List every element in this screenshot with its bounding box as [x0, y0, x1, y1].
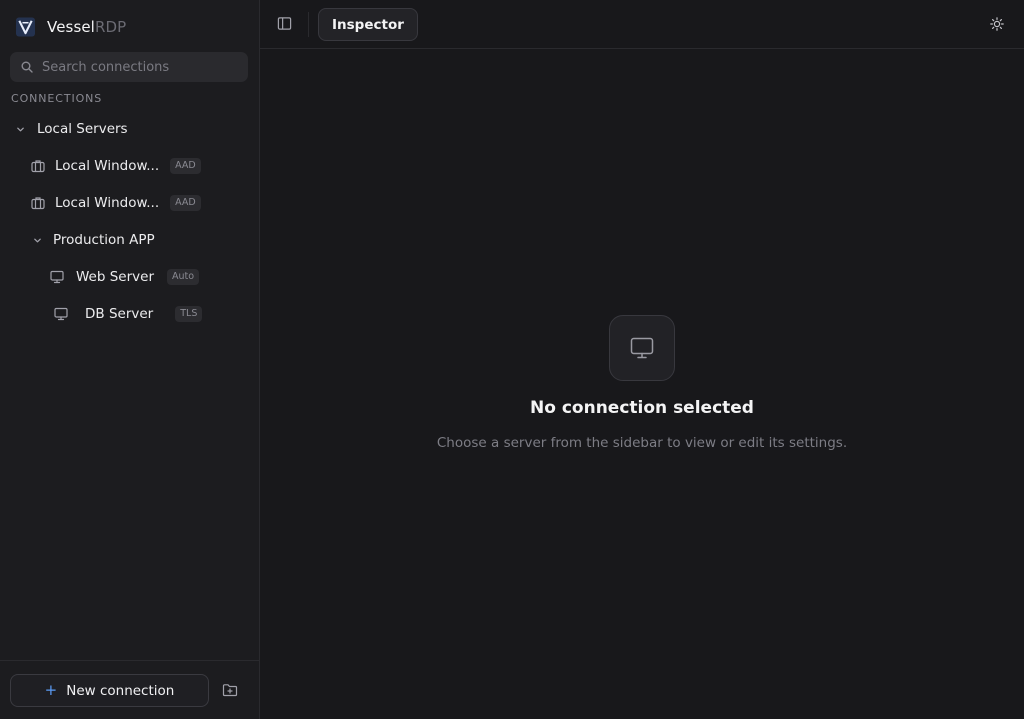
auth-badge: TLS	[175, 306, 203, 322]
auth-badge: Auto	[167, 269, 200, 285]
sun-icon	[990, 17, 1004, 31]
briefcase-icon	[31, 160, 45, 173]
tree-item-web-server[interactable]: Web Server Auto	[50, 265, 200, 289]
tree-group-production-app[interactable]: Production APP	[33, 228, 155, 252]
sidebar-footer: + New connection	[0, 660, 259, 719]
search-box[interactable]	[10, 52, 248, 82]
empty-state-icon-tile	[609, 315, 675, 381]
section-label-connections: CONNECTIONS	[11, 92, 103, 105]
monitor-icon	[50, 270, 64, 284]
auth-badge: AAD	[170, 195, 201, 211]
tree-item-label: DB Server	[85, 306, 154, 322]
main-panel: Inspector No connection selected Choose …	[260, 0, 1024, 719]
tree-item-db-server[interactable]: DB Server TLS	[54, 302, 203, 326]
toolbar-divider	[308, 12, 309, 37]
tab-inspector[interactable]: Inspector	[318, 8, 418, 41]
sidebar-toggle-button[interactable]	[277, 16, 293, 32]
brand[interactable]: VesselRDP	[16, 17, 126, 37]
monitor-icon	[54, 307, 68, 321]
monitor-icon	[630, 337, 654, 359]
plus-icon: +	[44, 681, 58, 699]
chevron-down-icon	[17, 127, 24, 131]
tree-item-label: Local Window...	[55, 158, 160, 174]
tree-group-label: Local Servers	[37, 121, 128, 137]
theme-toggle-button[interactable]	[990, 17, 1006, 33]
tree-group-local-servers[interactable]: Local Servers	[16, 117, 128, 141]
tree-item-local-windows-1[interactable]: Local Window... AAD	[31, 154, 201, 178]
new-connection-label: New connection	[66, 682, 175, 699]
search-icon	[21, 61, 33, 73]
topbar: Inspector	[260, 0, 1024, 49]
app-window: VesselRDP CONNECTIONS Local Servers L	[0, 0, 1024, 719]
vessel-logo-icon	[16, 17, 35, 37]
tree-item-label: Local Window...	[55, 195, 160, 211]
tree-item-local-windows-2[interactable]: Local Window... AAD	[31, 191, 201, 215]
brand-name: VesselRDP	[47, 18, 127, 36]
tree-item-label: Web Server	[76, 269, 154, 285]
tree-group-label: Production APP	[53, 232, 155, 248]
briefcase-icon	[31, 197, 45, 210]
folder-plus-icon	[222, 684, 238, 697]
empty-state: No connection selected Choose a server f…	[260, 315, 1024, 451]
empty-state-description: Choose a server from the sidebar to view…	[436, 435, 848, 451]
sidebar-toggle-icon	[277, 17, 292, 30]
empty-state-title: No connection selected	[530, 398, 754, 418]
new-connection-button[interactable]: + New connection	[10, 674, 209, 707]
search-input[interactable]	[42, 59, 232, 75]
auth-badge: AAD	[170, 158, 201, 174]
chevron-down-icon	[34, 238, 41, 242]
sidebar: VesselRDP CONNECTIONS Local Servers L	[0, 0, 260, 719]
new-folder-button[interactable]	[222, 682, 240, 700]
